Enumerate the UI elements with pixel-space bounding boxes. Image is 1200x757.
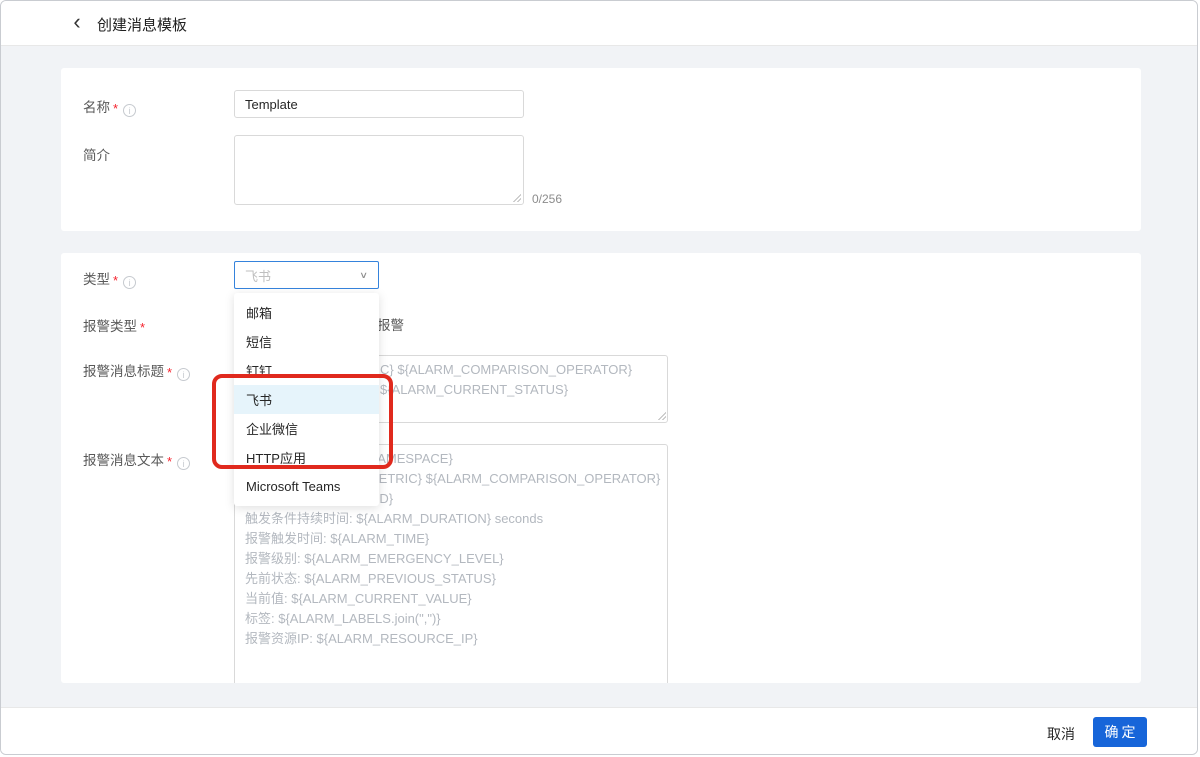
alarm-title-label: 报警消息标题 * i — [83, 360, 191, 381]
type-select[interactable]: 飞书 ∨ — [234, 261, 379, 289]
info-icon[interactable]: i — [123, 104, 137, 117]
resize-handle-icon[interactable] — [657, 411, 666, 420]
type-dropdown-panel: 邮箱 短信 钉钉 飞书 企业微信 HTTP应用 Microsoft Teams — [234, 293, 379, 506]
basic-info-card: 名称 * i Template 简介 0/256 — [61, 68, 1141, 231]
textarea-line: 触发条件持续时间: ${ALARM_DURATION} seconds — [245, 511, 544, 526]
info-icon[interactable]: i — [123, 276, 137, 289]
textarea-line: 标签: ${ALARM_LABELS.join(",")} — [245, 611, 441, 626]
dropdown-option[interactable]: 邮箱 — [234, 298, 379, 327]
required-asterisk: * — [167, 365, 173, 380]
required-asterisk: * — [140, 320, 146, 335]
confirm-button[interactable]: 确定 — [1093, 717, 1147, 747]
textarea-line: 先前状态: ${ALARM_PREVIOUS_STATUS} — [245, 571, 496, 586]
alarm-type-value-partial: 报警 — [377, 318, 404, 333]
name-input[interactable]: Template — [234, 90, 524, 118]
cancel-button[interactable]: 取消 — [1043, 718, 1079, 750]
textarea-line: 报警触发时间: ${ALARM_TIME} — [245, 531, 430, 546]
dropdown-option[interactable]: Microsoft Teams — [234, 472, 379, 501]
page-header: ‹ 创建消息模板 — [1, 1, 1197, 46]
dropdown-option[interactable]: HTTP应用 — [234, 443, 379, 472]
create-message-template-page: ‹ 创建消息模板 名称 * i Template 简介 0/256 类型 * i 飞书 … — [0, 0, 1198, 755]
name-label: 名称 * i — [83, 96, 137, 117]
textarea-line: 报警级别: ${ALARM_EMERGENCY_LEVEL} — [245, 551, 504, 566]
alarm-text-label: 报警消息文本 * i — [83, 449, 191, 470]
type-label: 类型 * i — [83, 268, 137, 289]
footer-bar: 取消 确定 — [1, 707, 1197, 754]
dropdown-option[interactable]: 短信 — [234, 327, 379, 356]
required-asterisk: * — [113, 101, 119, 116]
alarm-type-label: 报警类型 * — [83, 319, 146, 335]
required-asterisk: * — [113, 273, 119, 288]
textarea-line: 当前值: ${ALARM_CURRENT_VALUE} — [245, 591, 472, 606]
chevron-down-icon: ∨ — [359, 269, 368, 281]
required-asterisk: * — [167, 454, 173, 469]
template-detail-card: 类型 * i 飞书 ∨ 报警类型 * 报警 报警消息标题 * i C} ${ALARM_C… — [61, 253, 1141, 683]
intro-char-counter: 0/256 — [532, 192, 563, 206]
textarea-line: 报警资源IP: ${ALARM_RESOURCE_IP} — [245, 631, 478, 646]
name-input-value: Template — [245, 96, 298, 112]
back-icon[interactable]: ‹ — [65, 10, 89, 36]
intro-label: 简介 — [83, 148, 110, 163]
resize-handle-icon[interactable] — [512, 193, 521, 202]
info-icon[interactable]: i — [177, 457, 191, 470]
page-title: 创建消息模板 — [97, 17, 188, 34]
intro-textarea[interactable] — [234, 135, 524, 205]
type-select-value: 飞书 — [245, 268, 272, 284]
dropdown-option[interactable]: 企业微信 — [234, 414, 379, 443]
dropdown-option[interactable]: 飞书 — [234, 385, 379, 414]
info-icon[interactable]: i — [177, 368, 191, 381]
dropdown-option[interactable]: 钉钉 — [234, 356, 379, 385]
